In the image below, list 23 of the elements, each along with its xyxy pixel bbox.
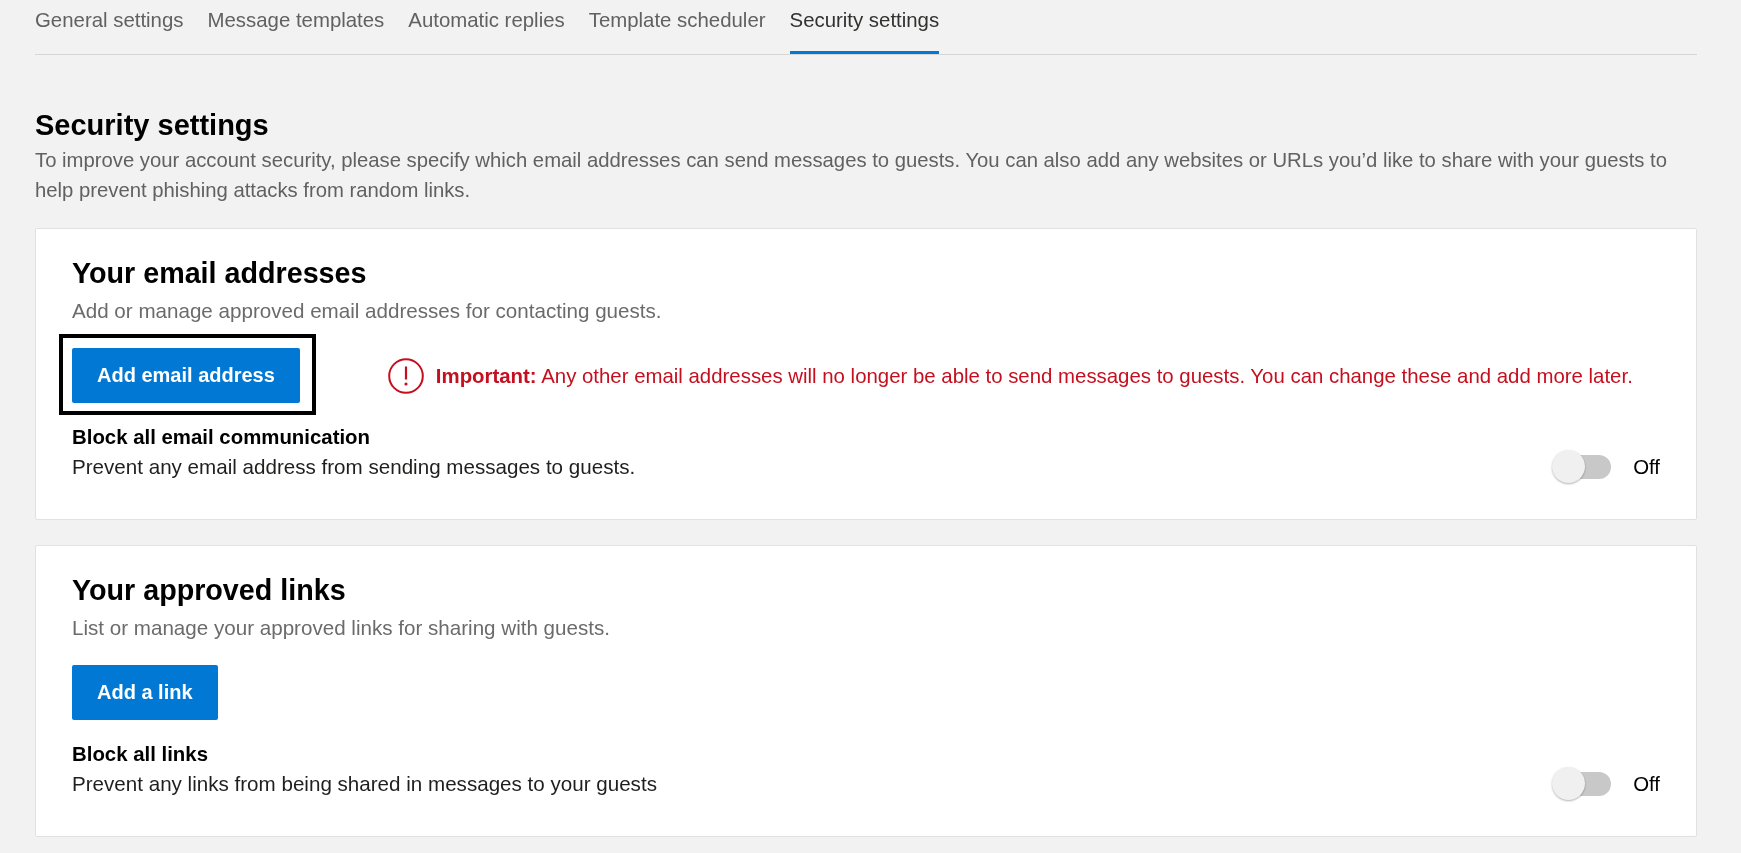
setting-description: Prevent any links from being shared in messages to your guests xyxy=(72,771,657,797)
page-title: Security settings xyxy=(35,108,270,142)
tab[interactable]: Automatic replies xyxy=(408,0,565,54)
page-description: To improve your account security, please specify which email addresses can send messages to guests. You can also add any websites or URLs you’d like to share with your guests to help prevent phishing attacks from random links. xyxy=(35,148,1668,203)
tab[interactable]: Template scheduler xyxy=(588,0,766,54)
add-button[interactable]: Add email address xyxy=(72,348,300,403)
tab[interactable]: General settings xyxy=(35,0,184,54)
section-subtitle: Add or manage approved email addresses for contacting guests. xyxy=(72,298,663,324)
toggle-switch[interactable] xyxy=(1551,449,1612,485)
toggle-state-label: Off xyxy=(1633,455,1660,480)
setting-label: Block all email communication xyxy=(72,425,371,450)
important-notice: Important: Any other email addresses will no longer be able to send messages to guests. You can change these and add more later. xyxy=(435,363,1633,389)
section-title: Your email addresses xyxy=(72,256,368,291)
toggle-switch[interactable] xyxy=(1551,766,1612,802)
setting-description: Prevent any email address from sending messages to guests. xyxy=(72,454,636,480)
toggle-state-label: Off xyxy=(1633,772,1660,797)
tab[interactable]: Message templates xyxy=(207,0,385,54)
setting-label: Block all links xyxy=(72,742,209,767)
exclamation-circle-icon xyxy=(387,357,424,394)
section-title: Your approved links xyxy=(72,573,347,608)
tab[interactable]: Security settings xyxy=(789,0,940,54)
section-subtitle: List or manage your approved links for sharing with guests. xyxy=(72,615,611,641)
add-button[interactable]: Add a link xyxy=(72,665,218,720)
